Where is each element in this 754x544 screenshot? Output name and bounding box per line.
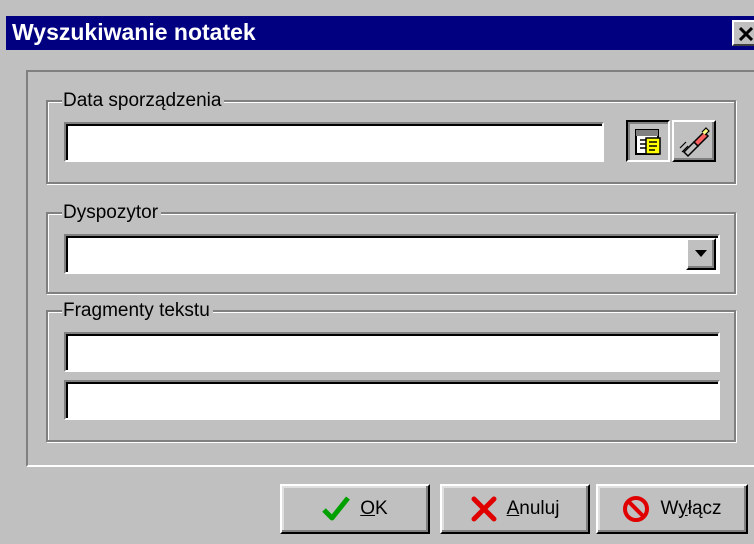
x-icon [471, 496, 497, 522]
text-fragment-field-1[interactable] [64, 332, 720, 372]
date-group: Data sporządzenia [46, 90, 736, 184]
main-panel: Data sporządzenia Dyspozytor Fragmenty t… [26, 70, 754, 467]
ok-button-label: OK [360, 498, 388, 519]
date-group-label: Data sporządzenia [62, 90, 225, 111]
checkmark-icon [322, 496, 351, 522]
calendar-button[interactable] [626, 120, 670, 162]
eraser-icon [679, 127, 710, 158]
window-title: Wyszukiwanie notatek [12, 19, 256, 45]
chevron-down-icon [695, 250, 707, 257]
text-fragments-group-label: Fragmenty tekstu [62, 300, 213, 321]
text-fragment-input-1[interactable] [66, 334, 718, 370]
calendar-picker-icon [635, 129, 661, 155]
cancel-button[interactable]: Anuluj [440, 484, 590, 534]
date-field[interactable] [64, 122, 604, 162]
close-button[interactable] [732, 20, 754, 46]
search-notes-dialog: Wyszukiwanie notatek Data sporządzenia D… [0, 0, 754, 544]
ok-button[interactable]: OK [280, 484, 430, 534]
dispatcher-select[interactable] [64, 234, 720, 274]
dispatcher-dropdown-button[interactable] [686, 238, 716, 270]
clear-date-button[interactable] [672, 120, 716, 162]
turn-off-button-label: Wyłącz [660, 498, 722, 519]
dispatcher-group-label: Dyspozytor [62, 202, 162, 223]
close-icon [738, 21, 753, 46]
cancel-button-label: Anuluj [506, 498, 560, 519]
text-fragment-input-2[interactable] [66, 382, 718, 418]
text-fragments-group: Fragmenty tekstu [46, 300, 736, 442]
date-input[interactable] [66, 124, 602, 160]
title-bar[interactable]: Wyszukiwanie notatek [6, 16, 754, 50]
no-entry-icon [622, 495, 650, 523]
text-fragment-field-2[interactable] [64, 380, 720, 420]
turn-off-button[interactable]: Wyłącz [596, 484, 748, 534]
dispatcher-group: Dyspozytor [46, 202, 736, 294]
